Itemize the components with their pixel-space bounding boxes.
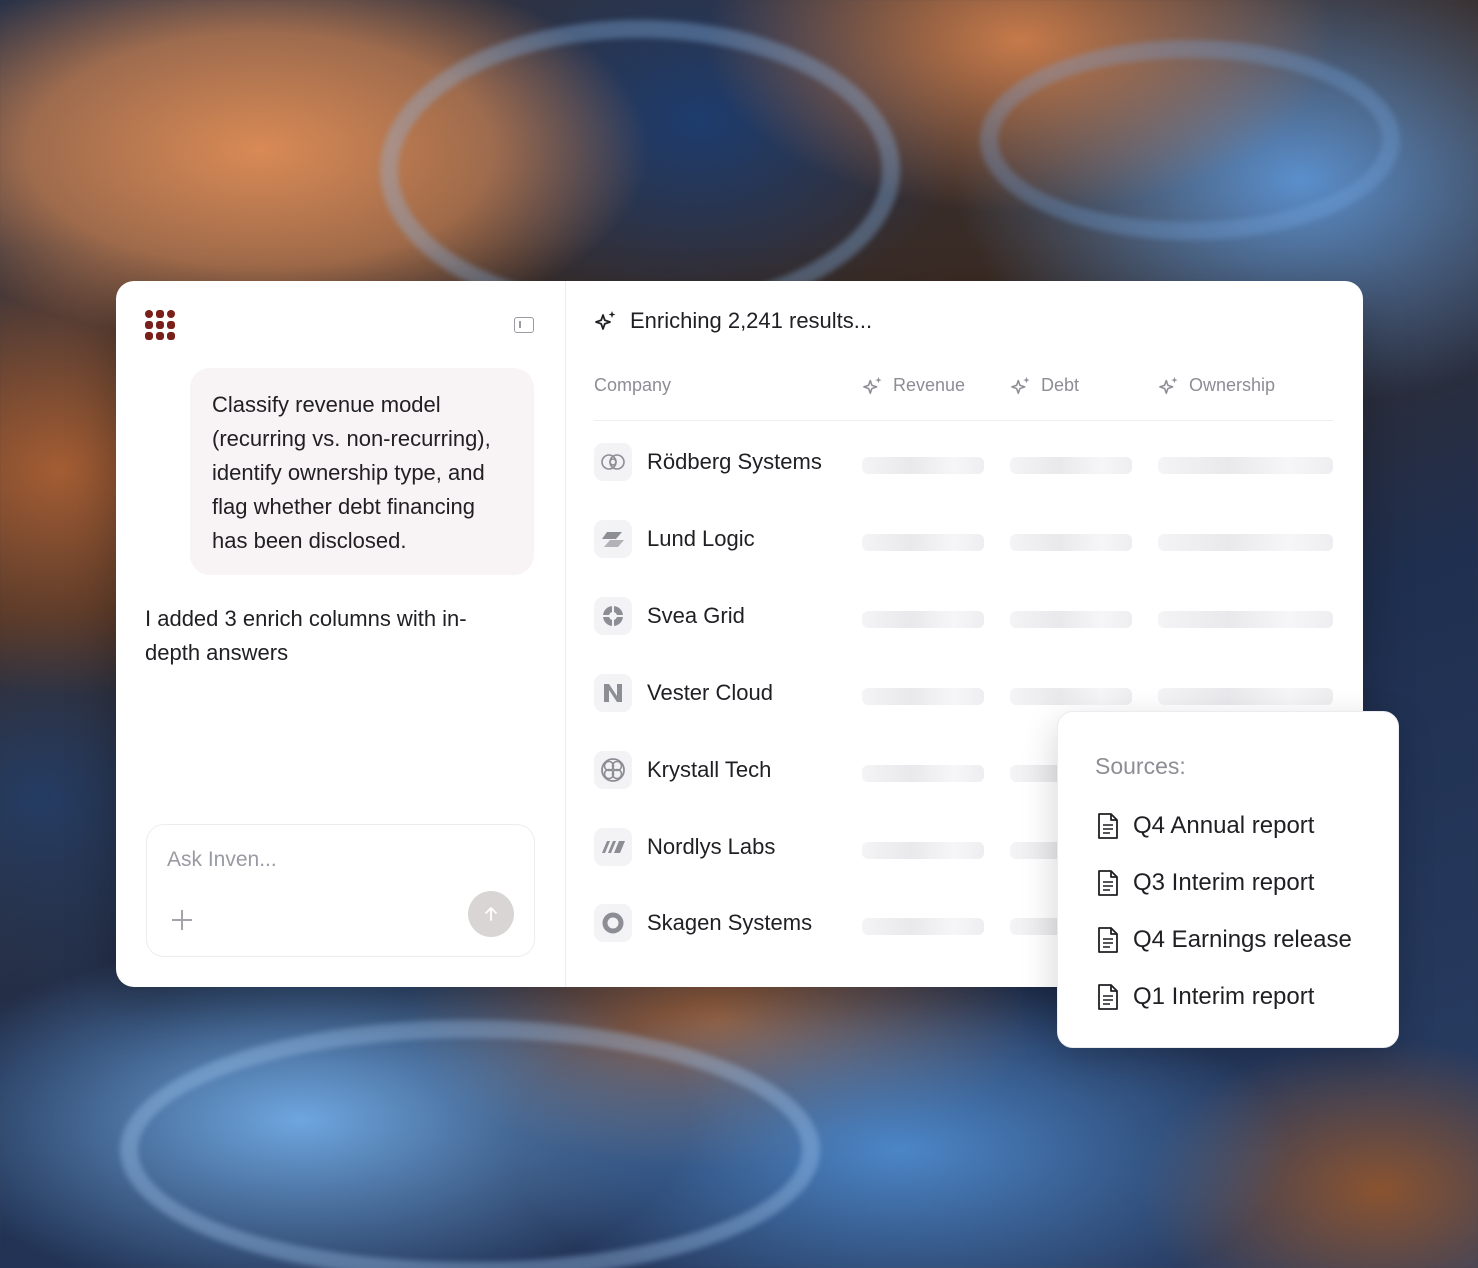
loading-placeholder <box>862 457 984 474</box>
table-row[interactable]: Vester Cloud <box>594 674 1333 714</box>
loading-placeholder <box>1158 534 1333 551</box>
company-name: Vester Cloud <box>647 680 773 705</box>
background-swirl <box>380 20 900 320</box>
parallel-stripes-icon <box>594 828 632 866</box>
loading-placeholder <box>862 918 984 935</box>
document-icon <box>1098 927 1118 953</box>
document-icon <box>1098 870 1118 896</box>
company-name: Rödberg Systems <box>647 449 822 474</box>
source-link[interactable]: Q4 Annual report <box>1096 812 1314 840</box>
enrichment-status: Enriching 2,241 results... <box>594 308 872 334</box>
sparkle-icon <box>1159 376 1178 394</box>
sources-title: Sources: <box>1095 753 1186 779</box>
column-header-revenue[interactable]: Revenue <box>862 375 965 396</box>
loading-placeholder <box>1010 457 1132 474</box>
background-swirl <box>980 40 1400 240</box>
loading-placeholder <box>862 534 984 551</box>
company-name: Svea Grid <box>647 603 745 628</box>
chat-panel: Classify revenue model (recurring vs. no… <box>116 281 566 987</box>
slanted-blocks-icon <box>594 520 632 558</box>
sparkle-icon <box>595 311 616 330</box>
arrow-up-icon <box>485 907 497 921</box>
column-header-company[interactable]: Company <box>594 375 671 396</box>
source-link[interactable]: Q3 Interim report <box>1096 869 1314 897</box>
loading-placeholder <box>1158 457 1333 474</box>
column-header-ownership[interactable]: Ownership <box>1158 375 1275 396</box>
column-header-debt[interactable]: Debt <box>1010 375 1079 396</box>
user-message: Classify revenue model (recurring vs. no… <box>190 368 534 575</box>
loading-placeholder <box>1010 534 1132 551</box>
n-shape-icon <box>594 674 632 712</box>
company-name: Nordlys Labs <box>647 834 776 859</box>
sparkle-icon <box>863 376 882 394</box>
ring-icon <box>594 904 632 942</box>
add-attachment-icon[interactable] <box>171 909 193 931</box>
table-row[interactable]: Rödberg Systems <box>594 443 1333 483</box>
assistant-message: I added 3 enrich columns with in- depth … <box>145 606 467 665</box>
interlocking-circles-icon <box>594 443 632 481</box>
quadrant-circle-icon <box>594 597 632 635</box>
table-row[interactable]: Lund Logic <box>594 520 1333 560</box>
knot-circle-icon <box>594 751 632 789</box>
source-link[interactable]: Q4 Earnings release <box>1096 926 1352 954</box>
loading-placeholder <box>1010 611 1132 628</box>
loading-placeholder <box>1158 611 1333 628</box>
company-name: Lund Logic <box>647 526 755 551</box>
loading-placeholder <box>862 611 984 628</box>
chat-composer <box>146 824 535 957</box>
source-link[interactable]: Q1 Interim report <box>1096 983 1314 1011</box>
company-name: Krystall Tech <box>647 757 772 782</box>
ask-input[interactable] <box>167 845 497 875</box>
background-swirl <box>120 1020 820 1268</box>
loading-placeholder <box>862 765 984 782</box>
loading-placeholder <box>1010 688 1132 705</box>
document-icon <box>1098 984 1118 1010</box>
status-text: Enriching 2,241 results... <box>630 308 873 333</box>
send-button[interactable] <box>468 891 514 937</box>
loading-placeholder <box>862 688 984 705</box>
loading-placeholder <box>862 842 984 859</box>
sparkle-icon <box>1011 376 1030 394</box>
table-row[interactable]: Svea Grid <box>594 597 1333 637</box>
loading-placeholder <box>1158 688 1333 705</box>
sidebar-toggle-icon[interactable] <box>514 317 534 333</box>
sources-popover: Sources: Q4 Annual report Q3 Interim rep… <box>1057 711 1399 1048</box>
brand-logo-icon <box>145 310 175 340</box>
company-name: Skagen Systems <box>647 910 813 935</box>
table-header: Company Revenue Debt Ownership <box>594 373 1333 421</box>
document-icon <box>1098 813 1118 839</box>
